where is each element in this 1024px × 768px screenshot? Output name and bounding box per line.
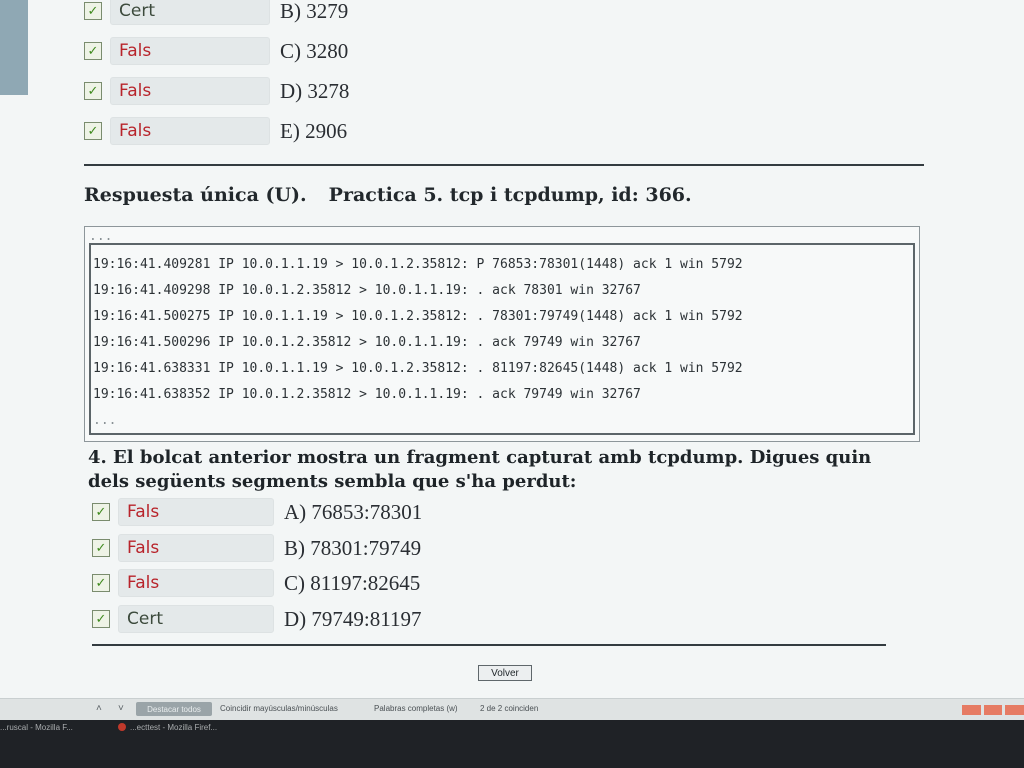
checkbox-checked-icon[interactable]: ✓ bbox=[92, 539, 110, 557]
answer-option: D) 3278 bbox=[280, 78, 350, 103]
answer-row: ✓ Fals D) 3278 bbox=[84, 75, 349, 107]
answer-option: B) 3279 bbox=[280, 0, 349, 23]
answer-option: E) 2906 bbox=[280, 118, 348, 143]
answer-row: ✓ Fals A) 76853:78301 bbox=[92, 496, 422, 528]
checkbox-checked-icon[interactable]: ✓ bbox=[92, 503, 110, 521]
checkbox-checked-icon[interactable]: ✓ bbox=[92, 574, 110, 592]
answer-verdict: Cert bbox=[110, 0, 270, 25]
dump-line: 19:16:41.638352 IP 10.0.1.2.35812 > 10.0… bbox=[93, 387, 641, 402]
answer-option: C) 3280 bbox=[280, 38, 349, 63]
dump-line: 19:16:41.500296 IP 10.0.1.2.35812 > 10.0… bbox=[93, 335, 641, 350]
quiz-page: ✓ Cert B) 3279 ✓ Fals C) 3280 ✓ Fals D) … bbox=[0, 0, 1024, 700]
question-type: Respuesta única (U). bbox=[84, 184, 307, 206]
find-bar: ˄ ˅ Destacar todos Coincidir mayúsculas/… bbox=[0, 698, 1024, 721]
highlight-all-button[interactable]: Destacar todos bbox=[136, 702, 212, 716]
section-divider bbox=[84, 164, 924, 166]
answer-row: ✓ Fals E) 2906 bbox=[84, 115, 347, 147]
taskbar-item[interactable]: ...ecttest - Mozilla Firef... bbox=[130, 723, 217, 732]
answer-option: D) 79749:81197 bbox=[284, 606, 422, 631]
answer-row: ✓ Fals B) 78301:79749 bbox=[92, 532, 421, 564]
answer-row: ✓ Cert B) 3279 bbox=[84, 0, 348, 27]
volver-button[interactable]: Volver bbox=[478, 665, 532, 681]
dump-ellipsis-top: ... bbox=[89, 229, 113, 244]
question-text: 4. El bolcat anterior mostra un fragment… bbox=[88, 447, 872, 492]
tcpdump-box: ... 19:16:41.409281 IP 10.0.1.1.19 > 10.… bbox=[84, 226, 920, 442]
practice-title: Practica 5. tcp i tcpdump, id: 366. bbox=[328, 184, 692, 206]
window-control-buttons[interactable] bbox=[962, 705, 1024, 715]
whole-words-option[interactable]: Palabras completas (w) bbox=[374, 704, 458, 713]
answer-option: A) 76853:78301 bbox=[284, 499, 423, 524]
section-header: Respuesta única (U). Practica 5. tcp i tc… bbox=[84, 184, 944, 206]
answer-row: ✓ Fals C) 3280 bbox=[84, 35, 348, 67]
answer-row: ✓ Fals C) 81197:82645 bbox=[92, 567, 420, 599]
answer-verdict: Cert bbox=[118, 605, 274, 633]
checkbox-checked-icon[interactable]: ✓ bbox=[84, 42, 102, 60]
checkbox-checked-icon[interactable]: ✓ bbox=[92, 610, 110, 628]
answer-verdict: Fals bbox=[118, 498, 274, 526]
answer-verdict: Fals bbox=[118, 534, 274, 562]
answer-verdict: Fals bbox=[110, 37, 270, 65]
answer-verdict: Fals bbox=[110, 117, 270, 145]
taskbar: ...ruscal - Mozilla F... ...ecttest - Mo… bbox=[0, 720, 1024, 768]
match-case-option[interactable]: Coincidir mayúsculas/minúsculas bbox=[220, 704, 338, 713]
checkbox-checked-icon[interactable]: ✓ bbox=[84, 122, 102, 140]
chevron-down-icon[interactable]: ˅ bbox=[118, 703, 124, 714]
checkbox-checked-icon[interactable]: ✓ bbox=[84, 82, 102, 100]
answer-option: C) 81197:82645 bbox=[284, 570, 421, 595]
left-panel-strip bbox=[0, 0, 28, 95]
chevron-up-icon[interactable]: ˄ bbox=[96, 703, 102, 714]
answer-verdict: Fals bbox=[110, 77, 270, 105]
dump-line: 19:16:41.500275 IP 10.0.1.1.19 > 10.0.1.… bbox=[93, 309, 743, 324]
firefox-icon bbox=[118, 723, 126, 731]
find-result: 2 de 2 coinciden bbox=[480, 704, 539, 713]
answer-row: ✓ Cert D) 79749:81197 bbox=[92, 603, 421, 635]
taskbar-item[interactable]: ...ruscal - Mozilla F... bbox=[0, 723, 73, 732]
dump-line: 19:16:41.409281 IP 10.0.1.1.19 > 10.0.1.… bbox=[93, 257, 743, 272]
answer-verdict: Fals bbox=[118, 569, 274, 597]
dump-line: 19:16:41.638331 IP 10.0.1.1.19 > 10.0.1.… bbox=[93, 361, 743, 376]
answer-option: B) 78301:79749 bbox=[284, 535, 422, 560]
tcpdump-lines: 19:16:41.409281 IP 10.0.1.1.19 > 10.0.1.… bbox=[89, 243, 915, 435]
dump-ellipsis-bottom: ... bbox=[93, 413, 117, 428]
section-divider bbox=[92, 644, 886, 646]
dump-line: 19:16:41.409298 IP 10.0.1.2.35812 > 10.0… bbox=[93, 283, 641, 298]
checkbox-checked-icon[interactable]: ✓ bbox=[84, 2, 102, 20]
